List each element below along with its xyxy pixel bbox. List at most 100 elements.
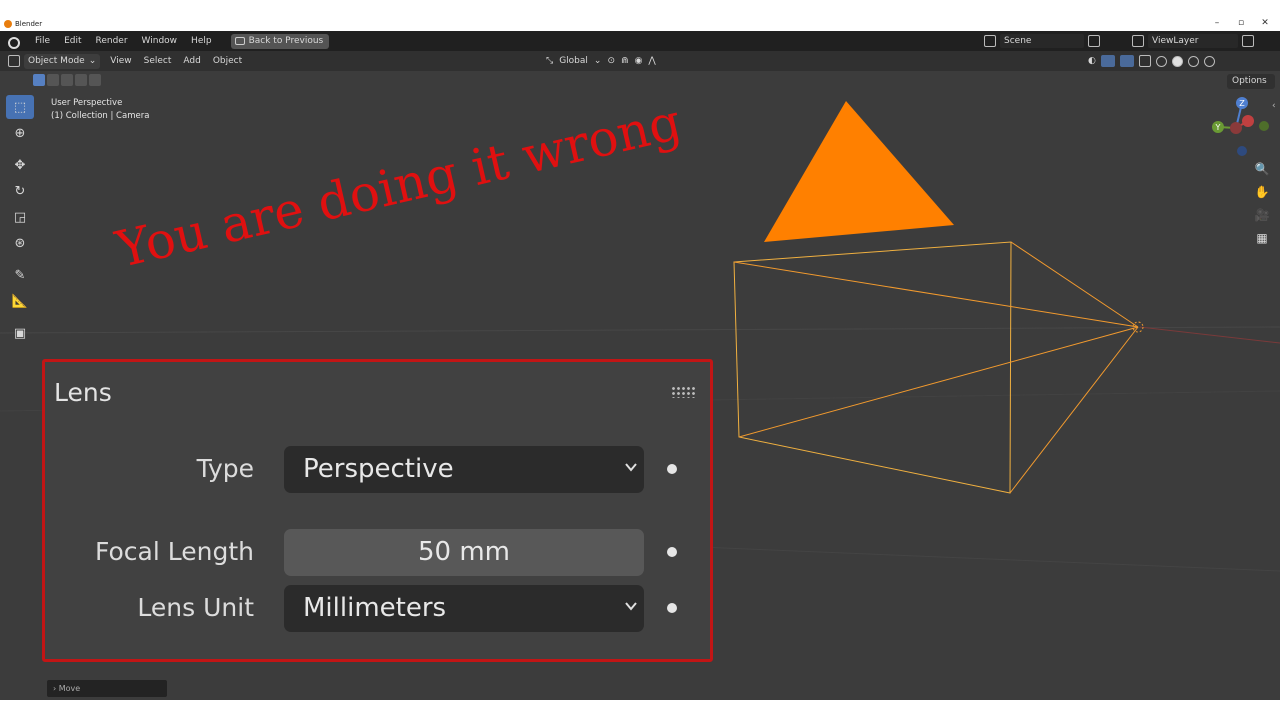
zoom-icon[interactable]: 🔍 (1252, 159, 1272, 179)
blender-logo-icon (4, 20, 12, 28)
view-layer-icon (1132, 35, 1144, 47)
annotate-tool-icon[interactable]: ✎ (6, 263, 34, 287)
menu-help[interactable]: Help (184, 31, 219, 51)
lens-type-row: Type Perspective (45, 446, 710, 494)
material-shading-icon[interactable] (1187, 55, 1199, 67)
editor-type-icon[interactable] (8, 55, 20, 67)
overlay-toggle-icon[interactable] (1119, 55, 1134, 67)
options-dropdown[interactable]: Options (1227, 74, 1275, 89)
focal-length-field[interactable]: 50 mm (284, 529, 644, 576)
drag-grip-icon[interactable] (671, 386, 697, 398)
solid-shading-icon[interactable] (1171, 55, 1183, 67)
os-titlebar: Blender – ▫ ✕ (0, 0, 1280, 31)
last-operator-label: Move (58, 684, 81, 693)
x-axis-line (1139, 326, 1280, 344)
scene-name-field[interactable]: Scene (1000, 34, 1084, 48)
lens-unit-value: Millimeters (303, 593, 447, 623)
rendered-shading-icon[interactable] (1203, 55, 1215, 67)
transform-orientation-dropdown[interactable]: Global (559, 56, 588, 66)
camera-up-triangle[interactable] (764, 101, 954, 242)
snap-icon[interactable]: ⋒ (621, 56, 629, 66)
os-window-title: Blender (4, 20, 42, 28)
transform-tool-icon[interactable]: ⊛ (6, 231, 34, 255)
menu-view[interactable]: View (104, 56, 137, 66)
select-invert-icon[interactable] (75, 74, 87, 86)
perspective-label: User Perspective (51, 98, 123, 108)
gizmo-toggle-icon[interactable] (1100, 55, 1115, 67)
falloff-icon[interactable]: ⋀ (648, 56, 655, 66)
proportional-edit-icon[interactable]: ◉ (635, 56, 643, 66)
pan-hand-icon[interactable]: ✋ (1252, 182, 1272, 202)
camera-view-icon[interactable]: 🎥 (1252, 205, 1272, 225)
lens-unit-row: Lens Unit Millimeters (45, 585, 710, 633)
menu-object[interactable]: Object (207, 56, 248, 66)
add-cube-tool-icon[interactable]: ▣ (6, 321, 34, 345)
chevron-right-icon: › (53, 684, 57, 693)
focal-length-row: Focal Length 50 mm (45, 529, 710, 577)
visibility-icon[interactable]: ◐ (1088, 56, 1096, 66)
object-mode-dropdown[interactable]: Object Mode ⌄ (24, 53, 101, 69)
menu-select[interactable]: Select (138, 56, 178, 66)
chevron-down-icon: ⌄ (593, 56, 602, 66)
selection-mode-buttons[interactable] (33, 74, 101, 86)
view-layer-selector[interactable]: ViewLayer (1132, 33, 1254, 49)
pivot-point-icon[interactable]: ⊙ (607, 56, 615, 66)
transform-orientation-icon: ⤡ (546, 56, 554, 66)
maximize-button[interactable]: ▫ (1236, 18, 1246, 28)
select-extend-icon[interactable] (47, 74, 59, 86)
keyframe-dot-icon[interactable] (667, 547, 677, 557)
close-button[interactable]: ✕ (1260, 18, 1270, 28)
last-operator-panel[interactable]: › Move (47, 680, 167, 697)
measure-tool-icon[interactable]: 📐 (6, 289, 34, 313)
cursor-tool-icon[interactable]: ⊕ (6, 121, 34, 145)
menu-window[interactable]: Window (135, 31, 185, 51)
blender-menu-icon[interactable] (6, 35, 22, 49)
view-layer-name-field[interactable]: ViewLayer (1148, 34, 1238, 48)
lens-panel-title[interactable]: Lens (54, 378, 112, 407)
topbar: File Edit Render Window Help Back to Pre… (0, 31, 1280, 51)
camera-object[interactable] (733, 241, 1139, 494)
minimize-button[interactable]: – (1212, 18, 1222, 28)
perspective-grid-icon[interactable]: ▦ (1252, 228, 1272, 248)
lens-type-label: Type (196, 454, 254, 483)
collection-context-label: (1) Collection | Camera (51, 111, 150, 121)
menu-add[interactable]: Add (177, 56, 206, 66)
gizmo-x-axis[interactable] (1242, 115, 1254, 127)
lens-unit-label: Lens Unit (137, 593, 254, 622)
viewport-header: Object Mode ⌄ View Select Add Object ⤡ G… (0, 51, 1280, 71)
new-scene-icon[interactable] (1088, 35, 1100, 47)
navigation-gizmo[interactable]: Z Y (1204, 93, 1274, 163)
lens-unit-dropdown[interactable]: Millimeters (284, 585, 644, 632)
menu-file[interactable]: File (28, 31, 57, 51)
viewport-info: User Perspective (1) Collection | Camera (51, 97, 149, 123)
select-intersect-icon[interactable] (89, 74, 101, 86)
sidebar-toggle-icon[interactable]: ‹ (1272, 101, 1276, 111)
move-tool-icon[interactable]: ✥ (6, 153, 34, 177)
gizmo-neg-z-axis[interactable] (1237, 146, 1247, 156)
gizmo-y-label: Y (1215, 123, 1221, 132)
grid-line (0, 326, 1280, 334)
toolbar: ⬚ ⊕ ✥ ↻ ◲ ⊛ ✎ 📐 ▣ (6, 95, 36, 347)
keyframe-dot-icon[interactable] (667, 603, 677, 613)
lens-type-dropdown[interactable]: Perspective (284, 446, 644, 493)
menu-edit[interactable]: Edit (57, 31, 88, 51)
gizmo-neg-y-axis[interactable] (1259, 121, 1269, 131)
menu-render[interactable]: Render (89, 31, 135, 51)
select-set-icon[interactable] (33, 74, 45, 86)
select-subtract-icon[interactable] (61, 74, 73, 86)
keyframe-dot-icon[interactable] (667, 464, 677, 474)
chevron-down-icon (625, 463, 637, 472)
lens-type-value: Perspective (303, 454, 454, 484)
gizmo-neg-x-axis[interactable] (1230, 122, 1242, 134)
select-box-tool-icon[interactable]: ⬚ (6, 95, 34, 119)
xray-toggle-icon[interactable] (1138, 55, 1151, 67)
scene-selector[interactable]: Scene (984, 33, 1100, 49)
new-view-layer-icon[interactable] (1242, 35, 1254, 47)
back-to-previous-button[interactable]: Back to Previous (230, 33, 330, 49)
grid-line (699, 546, 1280, 572)
chevron-down-icon: ⌄ (88, 55, 97, 66)
lens-panel: Lens Type Perspective Focal Length 50 mm… (42, 359, 713, 662)
scale-tool-icon[interactable]: ◲ (6, 205, 34, 229)
rotate-tool-icon[interactable]: ↻ (6, 179, 34, 203)
wireframe-shading-icon[interactable] (1155, 55, 1167, 67)
